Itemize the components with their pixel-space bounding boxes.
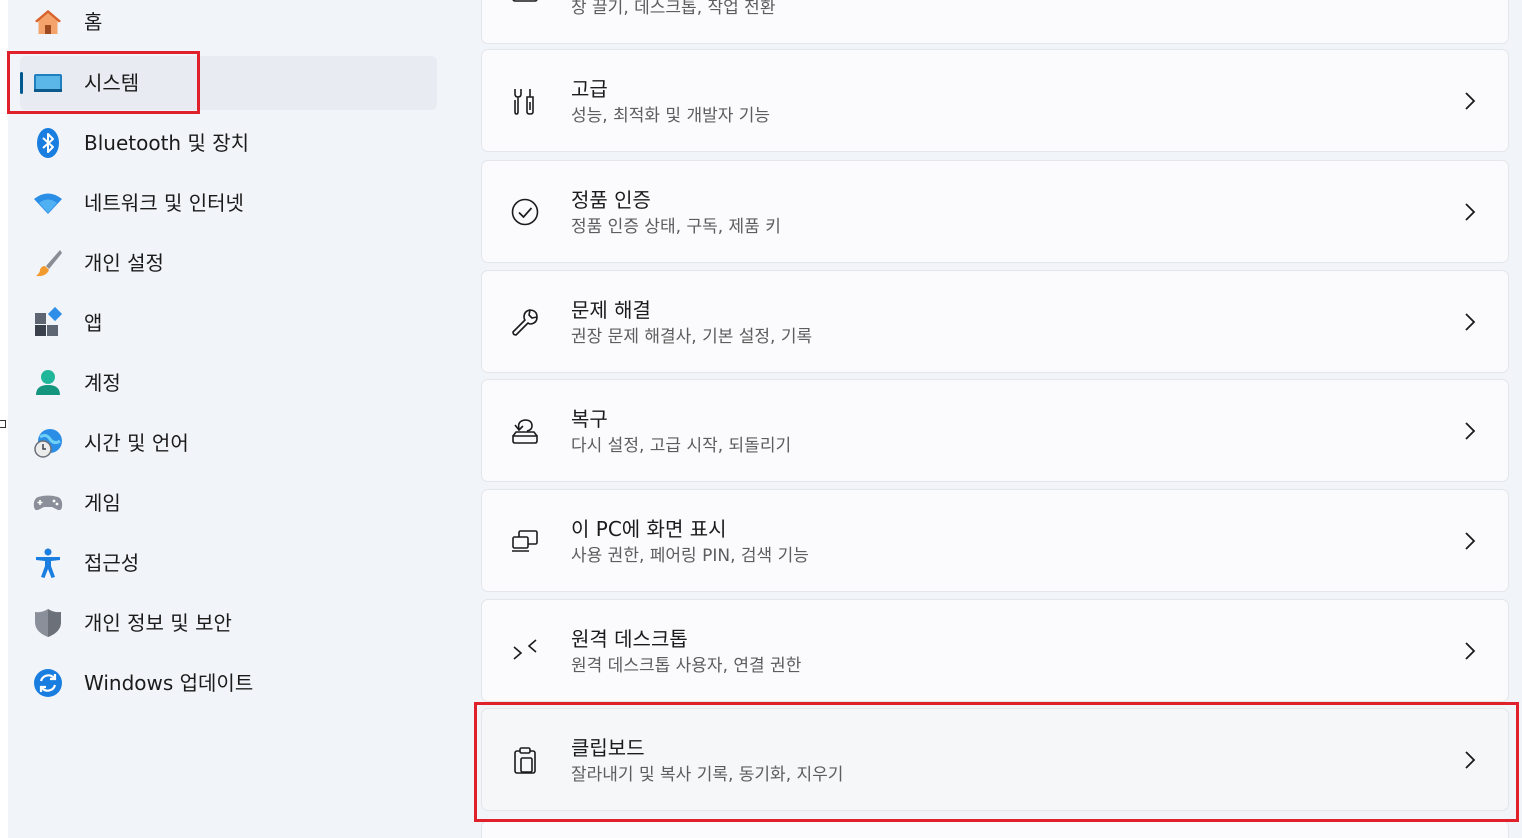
setting-card-subtitle: 정품 인증 상태, 구독, 제품 키 <box>571 217 781 237</box>
setting-card-troubleshoot[interactable]: 문제 해결 권장 문제 해결사, 기본 설정, 기록 <box>481 270 1509 373</box>
account-icon <box>32 367 64 399</box>
window-edge <box>0 0 8 838</box>
clipboard-icon <box>508 743 542 777</box>
globe-clock-icon <box>32 427 64 459</box>
sidebar-item-accounts[interactable]: 계정 <box>20 356 437 410</box>
sidebar-item-home[interactable]: 홈 <box>20 0 437 49</box>
sidebar-item-label: Windows 업데이트 <box>84 671 254 695</box>
sidebar-item-label: 접근성 <box>84 551 140 575</box>
sidebar-item-windows-update[interactable]: Windows 업데이트 <box>20 656 437 710</box>
sidebar-item-label: 앱 <box>84 311 103 335</box>
edge-marker <box>0 420 6 428</box>
wrench-icon <box>508 305 542 339</box>
wifi-icon <box>32 187 64 219</box>
chevron-right-icon <box>1460 640 1480 662</box>
setting-card-multitasking[interactable]: 창 끌기, 데스크톱, 작업 전환 <box>481 0 1509 44</box>
sidebar-item-personalization[interactable]: 개인 설정 <box>20 236 437 290</box>
window-icon <box>508 0 542 10</box>
sidebar-item-gaming[interactable]: 게임 <box>20 476 437 530</box>
selection-indicator <box>20 72 23 94</box>
sidebar-item-label: 계정 <box>84 371 121 395</box>
setting-card-subtitle: 성능, 최적화 및 개발자 기능 <box>571 106 771 126</box>
sidebar-item-label: 시간 및 언어 <box>84 431 189 455</box>
sidebar-item-apps[interactable]: 앱 <box>20 296 437 350</box>
sidebar-item-system[interactable]: 시스템 <box>20 56 437 110</box>
setting-card-activation[interactable]: 정품 인증 정품 인증 상태, 구독, 제품 키 <box>481 160 1509 263</box>
sidebar-item-accessibility[interactable]: 접근성 <box>20 536 437 590</box>
chevron-right-icon <box>1460 530 1480 552</box>
sidebar-item-label: 개인 정보 및 보안 <box>84 611 232 635</box>
setting-card-clipboard[interactable]: 클립보드 잘라내기 및 복사 기록, 동기화, 지우기 <box>481 708 1509 811</box>
setting-card-title: 원격 데스크톱 <box>571 627 688 651</box>
sidebar-item-label: 홈 <box>84 10 103 34</box>
shield-icon <box>32 607 64 639</box>
monitor-icon <box>32 67 64 99</box>
project-icon <box>508 524 542 558</box>
setting-card-advanced[interactable]: 고급 성능, 최적화 및 개발자 기능 <box>481 49 1509 152</box>
bluetooth-icon <box>32 127 64 159</box>
setting-card-next[interactable] <box>481 820 1509 838</box>
check-circle-icon <box>508 195 542 229</box>
setting-card-subtitle: 사용 권한, 페어링 PIN, 검색 기능 <box>571 546 809 566</box>
setting-card-subtitle: 잘라내기 및 복사 기록, 동기화, 지우기 <box>571 765 844 785</box>
home-icon <box>32 6 64 38</box>
sidebar-item-privacy[interactable]: 개인 정보 및 보안 <box>20 596 437 650</box>
remote-desktop-icon <box>508 634 542 668</box>
setting-card-recovery[interactable]: 복구 다시 설정, 고급 시작, 되돌리기 <box>481 379 1509 482</box>
controller-icon <box>32 487 64 519</box>
tools-icon <box>508 84 542 118</box>
sidebar-item-label: 네트워크 및 인터넷 <box>84 191 244 215</box>
chevron-right-icon <box>1460 420 1480 442</box>
chevron-right-icon <box>1460 749 1480 771</box>
sidebar-item-label: 개인 설정 <box>84 251 164 275</box>
recovery-icon <box>508 414 542 448</box>
setting-card-remote-desktop[interactable]: 원격 데스크톱 원격 데스크톱 사용자, 연결 권한 <box>481 599 1509 702</box>
sidebar-item-network[interactable]: 네트워크 및 인터넷 <box>20 176 437 230</box>
brush-icon <box>32 247 64 279</box>
setting-card-title: 이 PC에 화면 표시 <box>571 517 727 541</box>
apps-icon <box>32 307 64 339</box>
sidebar-item-time-language[interactable]: 시간 및 언어 <box>20 416 437 470</box>
sidebar-item-label: 시스템 <box>84 71 140 95</box>
setting-card-title: 클립보드 <box>571 736 645 760</box>
setting-card-title: 복구 <box>571 407 608 431</box>
chevron-right-icon <box>1460 201 1480 223</box>
sidebar-item-label: 게임 <box>84 491 121 515</box>
chevron-right-icon <box>1460 311 1480 333</box>
sidebar-item-bluetooth[interactable]: Bluetooth 및 장치 <box>20 116 437 170</box>
setting-card-project-to-pc[interactable]: 이 PC에 화면 표시 사용 권한, 페어링 PIN, 검색 기능 <box>481 489 1509 592</box>
setting-card-subtitle: 창 끌기, 데스크톱, 작업 전환 <box>571 0 776 18</box>
setting-card-subtitle: 다시 설정, 고급 시작, 되돌리기 <box>571 436 792 456</box>
chevron-right-icon <box>1460 90 1480 112</box>
setting-card-subtitle: 원격 데스크톱 사용자, 연결 권한 <box>571 656 802 676</box>
accessibility-icon <box>32 547 64 579</box>
update-icon <box>32 667 64 699</box>
setting-card-subtitle: 권장 문제 해결사, 기본 설정, 기록 <box>571 327 813 347</box>
setting-card-title: 고급 <box>571 77 608 101</box>
setting-card-title: 정품 인증 <box>571 188 651 212</box>
sidebar: 홈 시스템 Bluetooth 및 장치 네트워크 및 인터넷 개인 설정 앱 … <box>8 0 448 838</box>
setting-card-title: 문제 해결 <box>571 298 651 322</box>
sidebar-item-label: Bluetooth 및 장치 <box>84 131 250 155</box>
